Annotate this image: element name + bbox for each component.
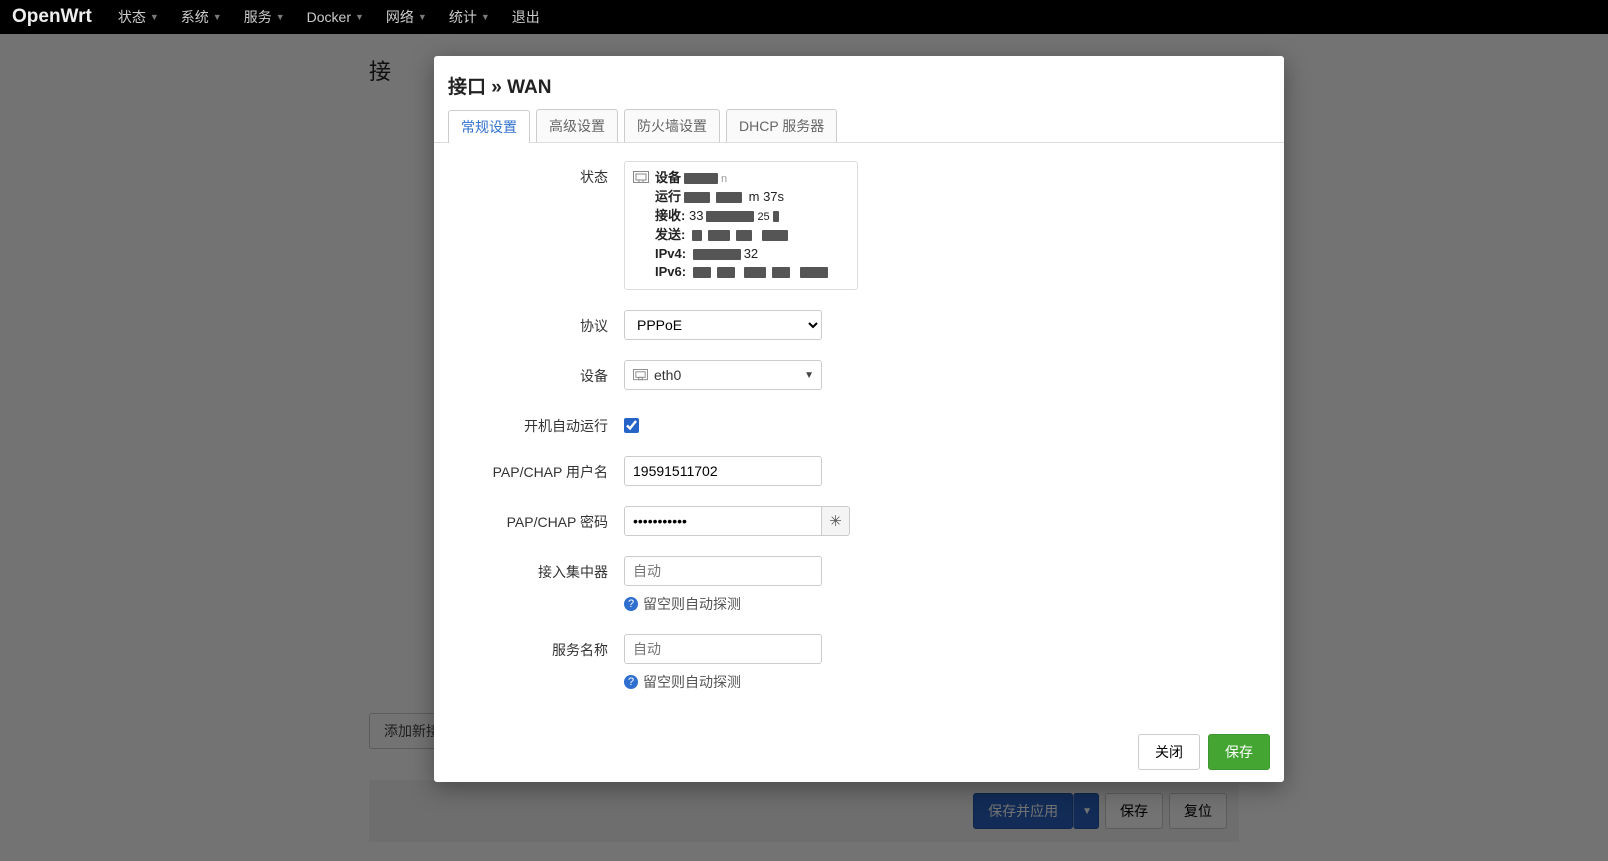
device-label: 设备 <box>448 360 624 386</box>
nav-docker-label: Docker <box>307 9 351 25</box>
password-input[interactable] <box>624 506 822 536</box>
chevron-down-icon: ▼ <box>276 12 285 22</box>
service-hint-text: 留空则自动探测 <box>643 672 741 692</box>
status-label: 状态 <box>448 161 624 187</box>
nav-network[interactable]: 网络 ▼ <box>386 7 427 27</box>
autostart-checkbox[interactable] <box>624 418 639 433</box>
chevron-down-icon: ▼ <box>355 12 364 22</box>
service-hint: ? 留空则自动探测 <box>624 672 1270 692</box>
ac-hint: ? 留空则自动探测 <box>624 594 1270 614</box>
nav-system[interactable]: 系统 ▼ <box>181 7 222 27</box>
status-ipv4-tail: 32 <box>744 246 758 261</box>
username-input[interactable] <box>624 456 822 486</box>
nav-system-label: 系统 <box>181 7 209 27</box>
status-rx-head: 33 <box>689 208 703 223</box>
interface-edit-modal: 接口 » WAN 常规设置 高级设置 防火墙设置 DHCP 服务器 状态 设备n <box>434 56 1284 782</box>
nav-status-label: 状态 <box>118 7 146 27</box>
tab-general[interactable]: 常规设置 <box>448 110 530 143</box>
chevron-down-icon: ▼ <box>481 12 490 22</box>
chevron-down-icon: ▼ <box>213 12 222 22</box>
status-tx-key: 发送: <box>655 227 685 242</box>
nav-logout-label: 退出 <box>512 7 540 27</box>
status-uptime-tail: m 37s <box>749 189 784 204</box>
modal-footer: 关闭 保存 <box>434 722 1284 782</box>
modal-tabs: 常规设置 高级设置 防火墙设置 DHCP 服务器 <box>434 109 1284 143</box>
password-reveal-button[interactable]: ✳ <box>822 506 850 536</box>
nav-services-label: 服务 <box>244 7 272 27</box>
tab-dhcp[interactable]: DHCP 服务器 <box>726 109 837 142</box>
nav-stats-label: 统计 <box>449 7 477 27</box>
status-box: 设备n 运行 m 37s 接收: 3325 发送: IPv4: 32 IPv6: <box>624 161 858 290</box>
modal-title: 接口 » WAN <box>448 72 1270 99</box>
info-icon: ? <box>624 675 638 689</box>
ethernet-port-icon <box>633 369 648 382</box>
status-ipv6-key: IPv6: <box>655 264 686 279</box>
protocol-label: 协议 <box>448 310 624 336</box>
service-input[interactable] <box>624 634 822 664</box>
status-rx-key: 接收: <box>655 208 685 223</box>
status-ipv4-key: IPv4: <box>655 246 686 261</box>
chevron-down-icon: ▼ <box>418 12 427 22</box>
status-device-key: 设备 <box>655 170 681 185</box>
nav-docker[interactable]: Docker ▼ <box>307 9 364 25</box>
service-label: 服务名称 <box>448 634 624 660</box>
status-uptime-key: 运行 <box>655 189 681 204</box>
tab-advanced[interactable]: 高级设置 <box>536 109 618 142</box>
nav-services[interactable]: 服务 ▼ <box>244 7 285 27</box>
chevron-down-icon: ▼ <box>150 12 159 22</box>
info-icon: ? <box>624 597 638 611</box>
brand[interactable]: OpenWrt <box>12 6 92 28</box>
close-button[interactable]: 关闭 <box>1138 734 1200 770</box>
nav-network-label: 网络 <box>386 7 414 27</box>
nav-status[interactable]: 状态 ▼ <box>118 7 159 27</box>
ac-hint-text: 留空则自动探测 <box>643 594 741 614</box>
ac-label: 接入集中器 <box>448 556 624 582</box>
ac-input[interactable] <box>624 556 822 586</box>
nav-logout[interactable]: 退出 <box>512 7 540 27</box>
protocol-select[interactable]: PPPoE <box>624 310 822 340</box>
navbar: OpenWrt 状态 ▼ 系统 ▼ 服务 ▼ Docker ▼ 网络 ▼ 统计 ▼ 退出 <box>0 0 1608 34</box>
general-settings-form: 状态 设备n 运行 m 37s 接收: 3325 发送: IPv4: 32 <box>434 143 1284 722</box>
password-label: PAP/CHAP 密码 <box>448 506 624 532</box>
autostart-label: 开机自动运行 <box>448 410 624 436</box>
nav-stats[interactable]: 统计 ▼ <box>449 7 490 27</box>
device-value: eth0 <box>654 367 681 383</box>
tab-firewall[interactable]: 防火墙设置 <box>624 109 720 142</box>
username-label: PAP/CHAP 用户名 <box>448 456 624 482</box>
ethernet-port-icon <box>633 171 649 185</box>
device-select[interactable]: eth0 ▼ <box>624 360 822 390</box>
chevron-down-icon: ▼ <box>804 370 814 381</box>
save-button[interactable]: 保存 <box>1208 734 1270 770</box>
